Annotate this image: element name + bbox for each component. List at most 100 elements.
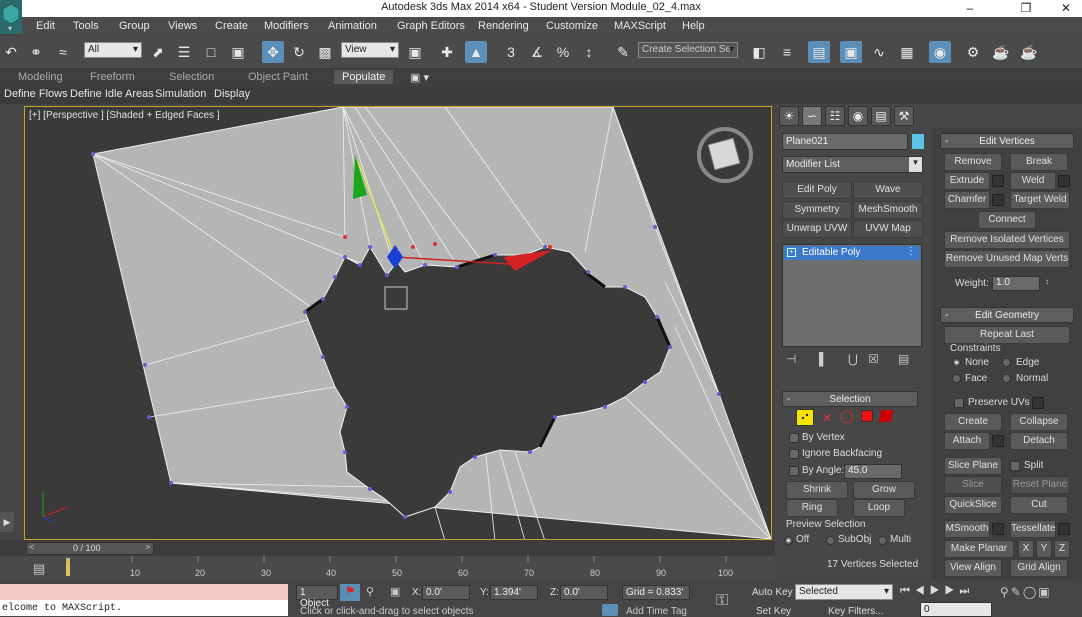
restore-button[interactable]: ❐	[1010, 0, 1042, 17]
tab-freeform[interactable]: Freeform	[90, 71, 135, 83]
ignore-backfacing-checkbox[interactable]	[789, 449, 799, 459]
maxscript-output[interactable]: elcome to MAXScript.	[0, 600, 288, 616]
nav-controls[interactable]: ⚲✎◯▣	[1000, 585, 1052, 599]
align-icon[interactable]: ≡	[776, 41, 798, 63]
element-mode-icon[interactable]	[878, 410, 894, 422]
modifier-list-dropdown[interactable]: Modifier List	[782, 156, 923, 173]
close-button[interactable]: ✕	[1050, 0, 1082, 17]
motion-tab-icon[interactable]: ◉	[848, 106, 868, 126]
wave-button[interactable]: Wave	[853, 181, 923, 199]
edit-named-sel-icon[interactable]: ✎	[612, 41, 634, 63]
menu-create[interactable]: Create	[215, 20, 248, 32]
current-frame-field[interactable]: 0	[920, 602, 992, 617]
preserve-uvs-checkbox[interactable]	[954, 398, 964, 408]
app-logo-icon[interactable]: ▾	[0, 0, 22, 34]
bind-spacewarp-icon[interactable]: ≈	[52, 41, 74, 63]
repeat-last-button[interactable]: Repeat Last	[944, 326, 1070, 344]
attach-list-icon[interactable]	[992, 435, 1004, 447]
track-bar[interactable]: ▤ 10 20 30 40 50 60 70 80 90 100	[0, 556, 775, 580]
rect-region-icon[interactable]: □	[200, 41, 222, 63]
loop-button[interactable]: Loop	[853, 499, 905, 517]
window-crossing-icon[interactable]: ▣	[227, 41, 249, 63]
edit-geometry-header[interactable]: - Edit Geometry	[940, 307, 1074, 323]
playback-controls[interactable]: ⏮◀▶▶⏭	[900, 585, 974, 598]
shrink-button[interactable]: Shrink	[786, 481, 848, 499]
material-editor-icon[interactable]: ◉	[929, 41, 951, 63]
constraint-face-radio[interactable]	[952, 374, 961, 383]
display-tab-icon[interactable]: ▤	[871, 106, 891, 126]
scene-mesh[interactable]	[25, 107, 772, 540]
ribbon-options-icon[interactable]: ▣ ▾	[410, 71, 429, 84]
define-flows-button[interactable]: Define Flows	[4, 88, 68, 100]
weight-spinner-icon[interactable]: ↕	[1045, 277, 1049, 286]
connect-button[interactable]: Connect	[978, 211, 1036, 229]
modifier-stack[interactable]: + Editable Poly ⋮	[782, 244, 922, 347]
select-manipulate-icon[interactable]: ✚	[436, 41, 458, 63]
edit-poly-button[interactable]: Edit Poly	[782, 181, 852, 199]
stack-item[interactable]: + Editable Poly ⋮	[784, 246, 920, 260]
mini-curve-editor-icon[interactable]: ▤	[33, 561, 45, 577]
z-coordinate-field[interactable]: 0.0'	[560, 585, 608, 600]
preview-subobj-radio[interactable]	[826, 536, 835, 545]
preserve-uvs-settings-icon[interactable]	[1032, 397, 1044, 409]
angle-snap-icon[interactable]: ∡	[526, 41, 548, 63]
show-end-result-icon[interactable]: ▌	[819, 352, 828, 366]
hierarchy-tab-icon[interactable]: ☷	[825, 106, 845, 126]
key-filters-button[interactable]: Key Filters...	[828, 606, 884, 617]
add-time-tag-button[interactable]: Add Time Tag	[626, 606, 687, 617]
edit-vertices-header[interactable]: - Edit Vertices	[940, 133, 1074, 149]
menu-edit[interactable]: Edit	[36, 20, 55, 32]
menu-tools[interactable]: Tools	[73, 20, 99, 32]
prev-frame-icon[interactable]: <	[29, 542, 34, 552]
percent-snap-icon[interactable]: %	[552, 41, 574, 63]
menu-maxscript[interactable]: MAXScript	[614, 20, 666, 32]
configure-sets-icon[interactable]: ▤	[898, 352, 909, 366]
tab-object-paint[interactable]: Object Paint	[248, 71, 308, 83]
modify-tab-icon[interactable]: ∽	[802, 106, 822, 126]
create-tab-icon[interactable]: ☀	[779, 106, 799, 126]
display-button[interactable]: Display	[214, 88, 250, 100]
remove-isolated-vertices-button[interactable]: Remove Isolated Vertices	[944, 231, 1070, 249]
pin-stack-icon[interactable]: ⊣	[786, 352, 796, 366]
scale-icon[interactable]: ▩	[314, 41, 336, 63]
detach-button[interactable]: Detach	[1010, 432, 1068, 450]
select-link-icon[interactable]: ⚭	[25, 41, 47, 63]
quickslice-button[interactable]: QuickSlice	[944, 496, 1002, 514]
break-button[interactable]: Break	[1010, 153, 1068, 171]
create-button[interactable]: Create	[944, 413, 1002, 431]
remove-button[interactable]: Remove	[944, 153, 1002, 171]
weld-settings-icon[interactable]	[1058, 175, 1070, 187]
constraint-normal-radio[interactable]	[1002, 374, 1011, 383]
render-setup-icon[interactable]: ⚙	[962, 41, 984, 63]
tessellate-settings-icon[interactable]	[1058, 523, 1070, 535]
planar-z-button[interactable]: Z	[1054, 540, 1070, 558]
target-weld-button[interactable]: Target Weld	[1010, 191, 1070, 209]
msmooth-button[interactable]: MSmooth	[944, 520, 990, 538]
expand-arrow-icon[interactable]: ▶	[0, 512, 14, 532]
perspective-viewport[interactable]: [+] [Perspective ] [Shaded + Edged Faces…	[24, 106, 772, 540]
tab-modeling[interactable]: Modeling	[18, 71, 63, 83]
rotate-icon[interactable]: ↻	[288, 41, 310, 63]
cut-button[interactable]: Cut	[1010, 496, 1068, 514]
object-color-swatch[interactable]	[912, 134, 924, 149]
menu-group[interactable]: Group	[119, 20, 150, 32]
undo-icon[interactable]: ↶	[0, 41, 22, 63]
planar-x-button[interactable]: X	[1018, 540, 1034, 558]
unwrap-uvw-button[interactable]: Unwrap UVW	[782, 220, 852, 238]
constraint-none-radio[interactable]	[952, 358, 961, 367]
meshsmooth-button[interactable]: MeshSmooth	[853, 201, 923, 219]
edge-mode-icon[interactable]: ✕	[822, 411, 832, 425]
reset-plane-button[interactable]: Reset Plane	[1010, 476, 1070, 494]
grid-align-button[interactable]: Grid Align	[1010, 559, 1068, 577]
y-coordinate-field[interactable]: 1.394'	[490, 585, 538, 600]
tessellate-button[interactable]: Tessellate	[1010, 520, 1056, 538]
msmooth-settings-icon[interactable]	[992, 523, 1004, 535]
chevron-down-icon[interactable]: ▾	[909, 157, 922, 172]
time-slider-thumb[interactable]: < 0 / 100 >	[26, 542, 154, 555]
key-icon[interactable]: ⚿	[716, 592, 728, 610]
simulation-button[interactable]: Simulation	[155, 88, 206, 100]
render-production-icon[interactable]: ☕	[1018, 41, 1040, 63]
grow-button[interactable]: Grow	[853, 481, 915, 499]
uvw-map-button[interactable]: UVW Map	[853, 220, 923, 238]
next-frame-icon[interactable]: >	[145, 542, 150, 552]
